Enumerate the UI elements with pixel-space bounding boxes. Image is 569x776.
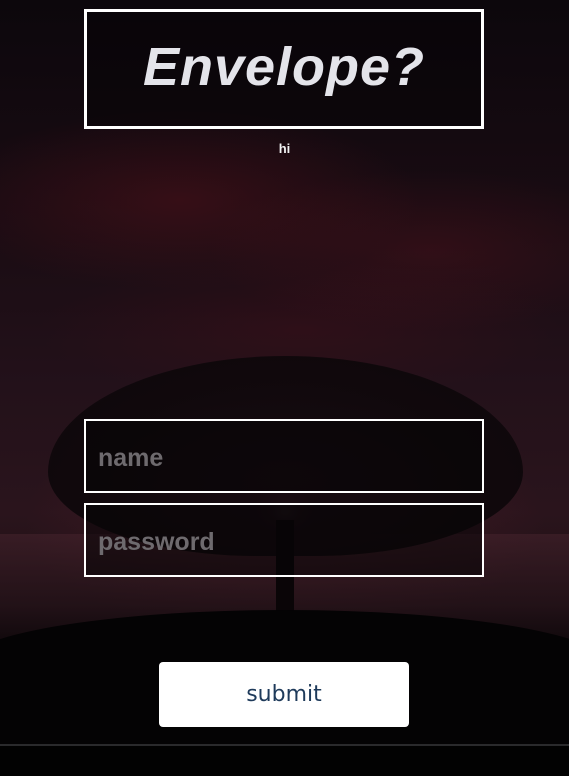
- password-field: [84, 503, 484, 577]
- name-input[interactable]: [86, 421, 482, 491]
- app-title: Envelope?: [142, 37, 426, 97]
- subtitle-text: hi: [278, 141, 291, 156]
- submit-button[interactable]: submit: [159, 662, 409, 727]
- login-page: Envelope? hi submit: [0, 0, 569, 776]
- name-field: [84, 419, 484, 493]
- password-input[interactable]: [86, 505, 482, 575]
- footer-strip: [0, 746, 569, 776]
- title-box: Envelope?: [84, 9, 484, 129]
